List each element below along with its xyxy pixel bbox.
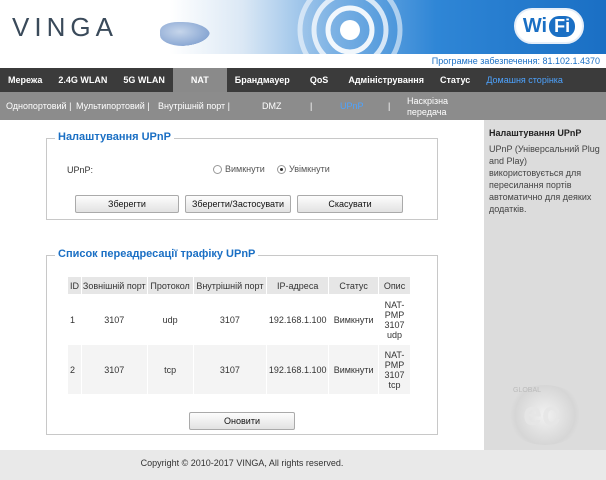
nav-home-page[interactable]: Домашня сторінка: [478, 68, 571, 92]
cell-id: 1: [67, 294, 82, 345]
upnp-forwarding-group: Список переадресації трафіку UPnP ID Зов…: [46, 248, 438, 435]
wifi-logo-wi: Wi: [522, 14, 548, 37]
cell-status: Вимкнути: [328, 344, 380, 395]
col-id: ID: [67, 276, 82, 295]
nav-qos[interactable]: QoS: [298, 68, 341, 92]
cell-protocol: udp: [146, 294, 194, 345]
upnp-settings-title: Налаштування UPnP: [55, 131, 174, 143]
radio-dot-on[interactable]: [277, 164, 286, 174]
nav-5g-wlan[interactable]: 5G WLAN: [115, 68, 173, 92]
upnp-label: UPnP:: [67, 165, 94, 175]
table-row: 2 3107 tcp 3107 192.168.1.100 Вимкнути N…: [67, 344, 411, 395]
desc-line: PMP: [384, 309, 405, 320]
hand-graphic-icon: [160, 22, 210, 46]
subnav-dmz[interactable]: DMZ: [262, 92, 282, 120]
col-description: Опис: [378, 276, 411, 295]
subnav-passthrough-line1: Наскрізна: [407, 96, 449, 106]
subnav-upnp[interactable]: UPnP: [340, 92, 364, 120]
subnav-internal-port[interactable]: Внутрішній порт |: [158, 92, 230, 120]
cell-ip-address: 192.168.1.100: [266, 344, 330, 395]
col-ip-address: IP-адреса: [266, 276, 330, 295]
subnav-passthrough[interactable]: Наскрізна передача: [407, 96, 448, 118]
cell-external-port: 3107: [80, 344, 148, 395]
wifi-logo: Wi Fi: [514, 8, 584, 44]
desc-line: 3107: [384, 319, 405, 330]
watermark-logo: GLOBAL ec: [505, 385, 585, 445]
upnp-on-label: Увімкнути: [289, 164, 330, 174]
table-header-row: ID Зовнішній порт Протокол Внутрішній по…: [67, 276, 411, 295]
wifi-logo-fi: Fi: [549, 15, 576, 37]
save-button[interactable]: Зберегти: [75, 195, 179, 213]
main-content: Налаштування UPnP UPnP: Вимкнути Увімкну…: [0, 120, 484, 450]
cell-status: Вимкнути: [328, 294, 380, 345]
nav-network[interactable]: Мережа: [0, 68, 50, 92]
subnav-separator: |: [310, 101, 313, 111]
sub-nav: Однопортовий | Мультипортовий | Внутрішн…: [0, 92, 606, 120]
footer-copyright: Copyright © 2010-2017 VINGA, All rights …: [0, 450, 484, 480]
cell-ip-address: 192.168.1.100: [266, 294, 330, 345]
desc-line: 3107: [384, 369, 405, 380]
subnav-passthrough-line2: передача: [407, 107, 447, 117]
footer-right-area: [484, 450, 606, 480]
radio-dot-off[interactable]: [213, 164, 222, 174]
watermark-text: GLOBAL: [513, 387, 542, 394]
col-internal-port: Внутрішній порт: [192, 276, 268, 295]
cell-external-port: 3107: [80, 294, 148, 345]
nav-nat[interactable]: NAT: [172, 68, 227, 92]
cell-internal-port: 3107: [192, 344, 268, 395]
help-text: UPnP (Універсальний Plug and Play) викор…: [489, 144, 600, 214]
subnav-multi-port[interactable]: Мультипортовий |: [76, 92, 150, 120]
save-apply-button[interactable]: Зберегти/Застосувати: [185, 195, 291, 213]
desc-line: tcp: [388, 379, 401, 390]
cell-protocol: tcp: [146, 344, 194, 395]
upnp-forwarding-title: Список переадресації трафіку UPnP: [55, 248, 259, 260]
upnp-on-radio[interactable]: Увімкнути: [277, 164, 330, 174]
firmware-version: Програмне забезпечення: 81.102.1.4370: [0, 54, 606, 68]
col-external-port: Зовнішній порт: [80, 276, 148, 295]
subnav-single-port[interactable]: Однопортовий |: [6, 92, 71, 120]
col-protocol: Протокол: [146, 276, 194, 295]
desc-line: NAT-: [384, 299, 405, 310]
cancel-button[interactable]: Скасувати: [297, 195, 403, 213]
desc-line: PMP: [384, 359, 405, 370]
help-title: Налаштування UPnP: [489, 128, 582, 138]
forwarding-table: ID Зовнішній порт Протокол Внутрішній по…: [67, 276, 411, 395]
nav-status[interactable]: Статус: [432, 68, 478, 92]
desc-line: NAT-: [384, 349, 405, 360]
header-banner: VINGA Wi Fi: [0, 0, 606, 54]
subnav-separator: |: [388, 101, 391, 111]
nav-administration[interactable]: Адміністрування: [340, 68, 432, 92]
watermark-letters: ec: [523, 395, 561, 433]
col-status: Статус: [328, 276, 380, 295]
nav-firewall[interactable]: Брандмауер: [227, 68, 298, 92]
upnp-off-label: Вимкнути: [225, 164, 265, 174]
cell-id: 2: [67, 344, 82, 395]
cell-internal-port: 3107: [192, 294, 268, 345]
nav-24g-wlan[interactable]: 2.4G WLAN: [50, 68, 115, 92]
wifi-waves-icon: [297, 0, 403, 54]
cell-description: NAT- PMP 3107 tcp: [378, 344, 411, 395]
vinga-logo: VINGA: [12, 12, 118, 42]
desc-line: udp: [387, 329, 403, 340]
refresh-button[interactable]: Оновити: [189, 412, 295, 430]
table-row: 1 3107 udp 3107 192.168.1.100 Вимкнути N…: [67, 294, 411, 345]
cell-description: NAT- PMP 3107 udp: [378, 294, 411, 345]
upnp-settings-group: Налаштування UPnP UPnP: Вимкнути Увімкну…: [46, 131, 438, 220]
upnp-off-radio[interactable]: Вимкнути: [213, 164, 265, 174]
main-nav: Мережа 2.4G WLAN 5G WLAN NAT Брандмауер …: [0, 68, 606, 92]
